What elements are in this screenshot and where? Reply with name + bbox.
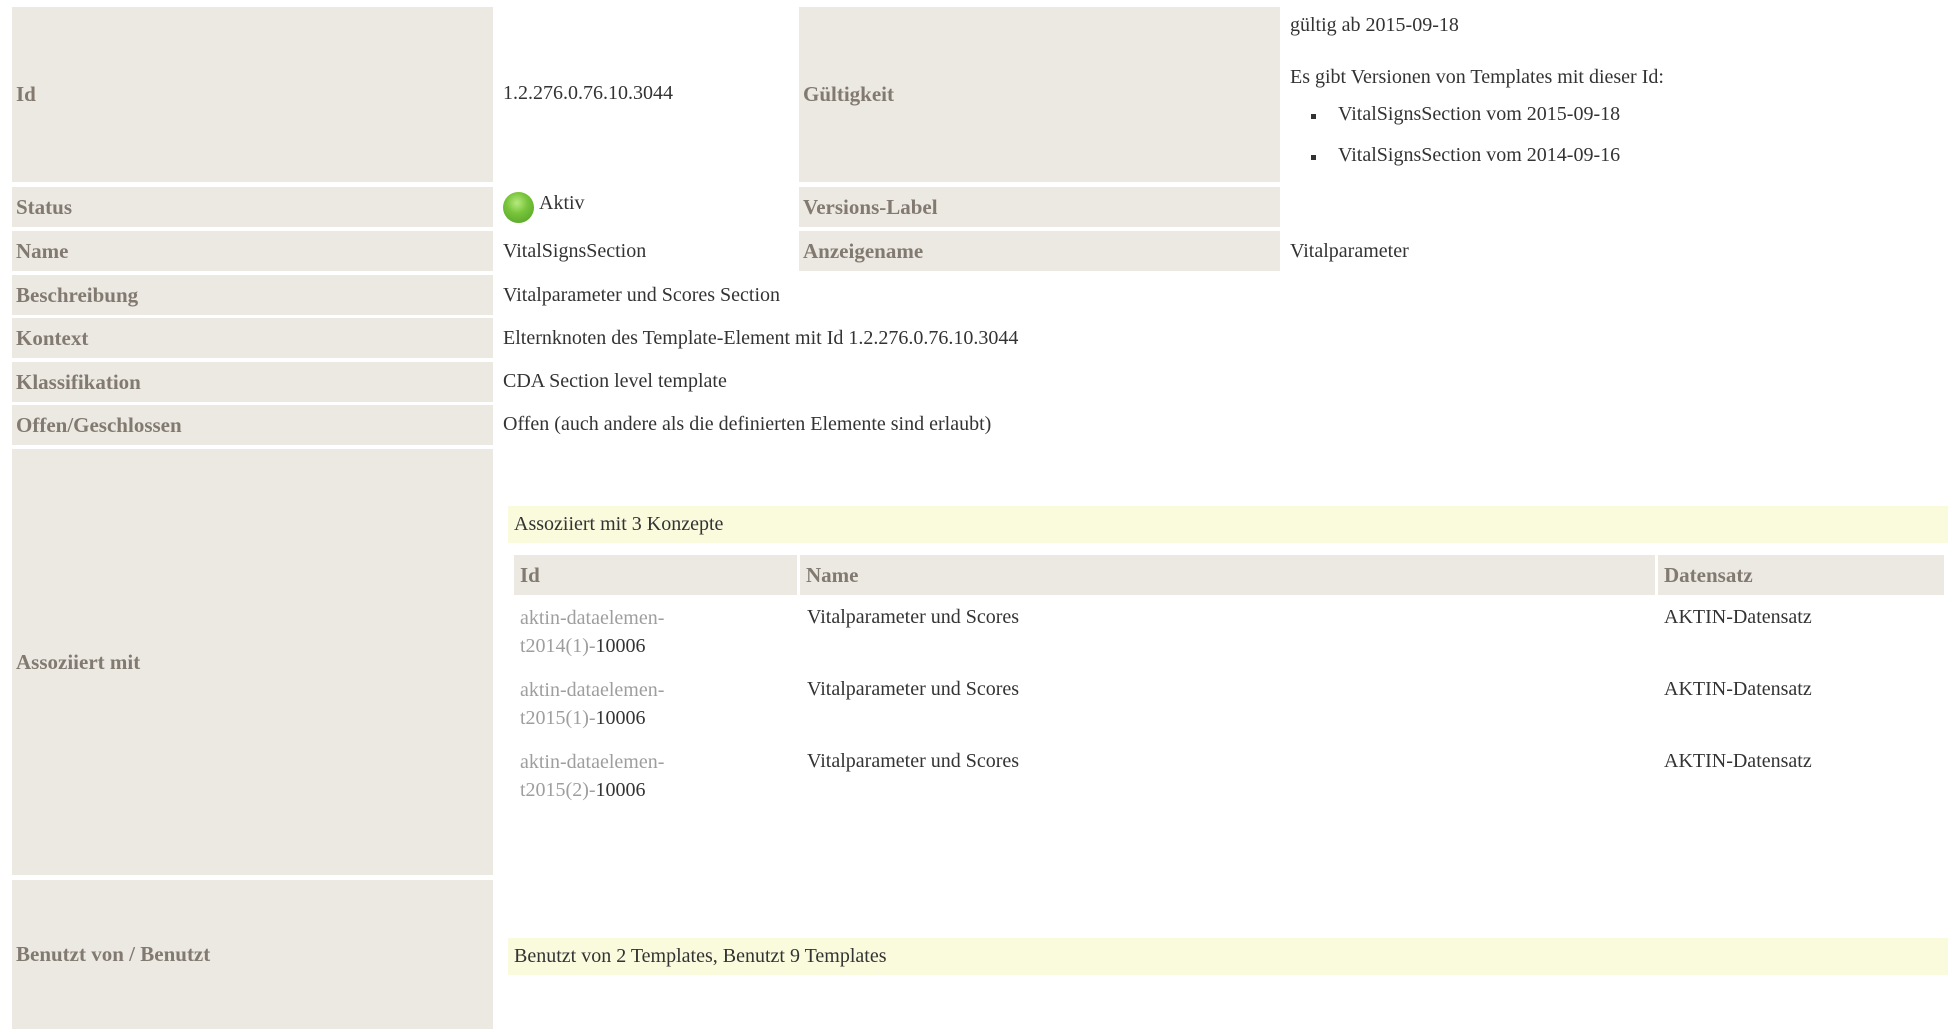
version-link-1[interactable]: VitalSignsSection vom 2015-09-18 — [1338, 103, 1620, 126]
bullet-icon — [1311, 155, 1316, 160]
concept-id-suffix: 10006 — [595, 635, 646, 657]
concept-id-line1: aktin-dataelemen- — [520, 607, 665, 629]
associated-summary[interactable]: Assoziiert mit 3 Konzepte — [508, 506, 1948, 543]
versions-intro: Es gibt Versionen von Templates mit dies… — [1290, 66, 1664, 88]
open-closed-value: Offen (auch andere als die definierten E… — [503, 413, 992, 435]
concept-id-line2: t2015(2)- — [520, 779, 596, 801]
open-closed-label: Offen/Geschlossen — [12, 405, 493, 445]
description-label: Beschreibung — [12, 275, 493, 315]
description-value: Vitalparameter und Scores Section — [503, 284, 781, 306]
concepts-col-id: Id — [514, 555, 797, 595]
status-value: Aktiv — [503, 192, 585, 223]
concept-id[interactable]: aktin-dataelemen- t2015(2)-10006 — [520, 748, 664, 804]
context-value: Elternknoten des Template-Element mit Id… — [503, 327, 1019, 349]
concept-name: Vitalparameter und Scores — [807, 750, 1020, 772]
concepts-col-dataset: Datensatz — [1658, 555, 1944, 595]
used-by-summary[interactable]: Benutzt von 2 Templates, Benutzt 9 Templ… — [508, 938, 1948, 975]
concept-id-line1: aktin-dataelemen- — [520, 679, 665, 701]
concept-id-suffix: 10006 — [595, 779, 646, 801]
valid-from: gültig ab 2015-09-18 — [1290, 14, 1459, 36]
display-name-label: Anzeigename — [799, 231, 1280, 271]
associated-label: Assoziiert mit — [12, 449, 493, 875]
used-by-label: Benutzt von / Benutzt — [12, 880, 493, 1029]
status-label: Status — [12, 187, 493, 227]
concept-id-line1: aktin-dataelemen- — [520, 751, 665, 773]
status-active-icon — [503, 192, 534, 223]
version-label-label: Versions-Label — [799, 187, 1280, 227]
bullet-icon — [1311, 114, 1316, 119]
version-link-2[interactable]: VitalSignsSection vom 2014-09-16 — [1338, 144, 1620, 167]
concept-dataset: AKTIN-Datensatz — [1664, 606, 1812, 628]
concepts-col-name: Name — [800, 555, 1655, 595]
status-text: Aktiv — [539, 192, 585, 214]
concept-name: Vitalparameter und Scores — [807, 678, 1020, 700]
concept-dataset: AKTIN-Datensatz — [1664, 678, 1812, 700]
concept-id[interactable]: aktin-dataelemen- t2014(1)-10006 — [520, 604, 664, 660]
concept-id-suffix: 10006 — [595, 707, 646, 729]
display-name-value: Vitalparameter — [1290, 240, 1409, 262]
name-label: Name — [12, 231, 493, 271]
concept-dataset: AKTIN-Datensatz — [1664, 750, 1812, 772]
classification-label: Klassifikation — [12, 362, 493, 402]
validity-label: Gültigkeit — [799, 7, 1280, 182]
context-label: Kontext — [12, 318, 493, 358]
concept-id[interactable]: aktin-dataelemen- t2015(1)-10006 — [520, 676, 664, 732]
classification-value: CDA Section level template — [503, 370, 727, 392]
concept-name: Vitalparameter und Scores — [807, 606, 1020, 628]
concept-id-line2: t2015(1)- — [520, 707, 596, 729]
concept-id-line2: t2014(1)- — [520, 635, 596, 657]
id-value: 1.2.276.0.76.10.3044 — [503, 82, 673, 104]
id-label: Id — [12, 7, 493, 182]
name-value: VitalSignsSection — [503, 240, 647, 262]
